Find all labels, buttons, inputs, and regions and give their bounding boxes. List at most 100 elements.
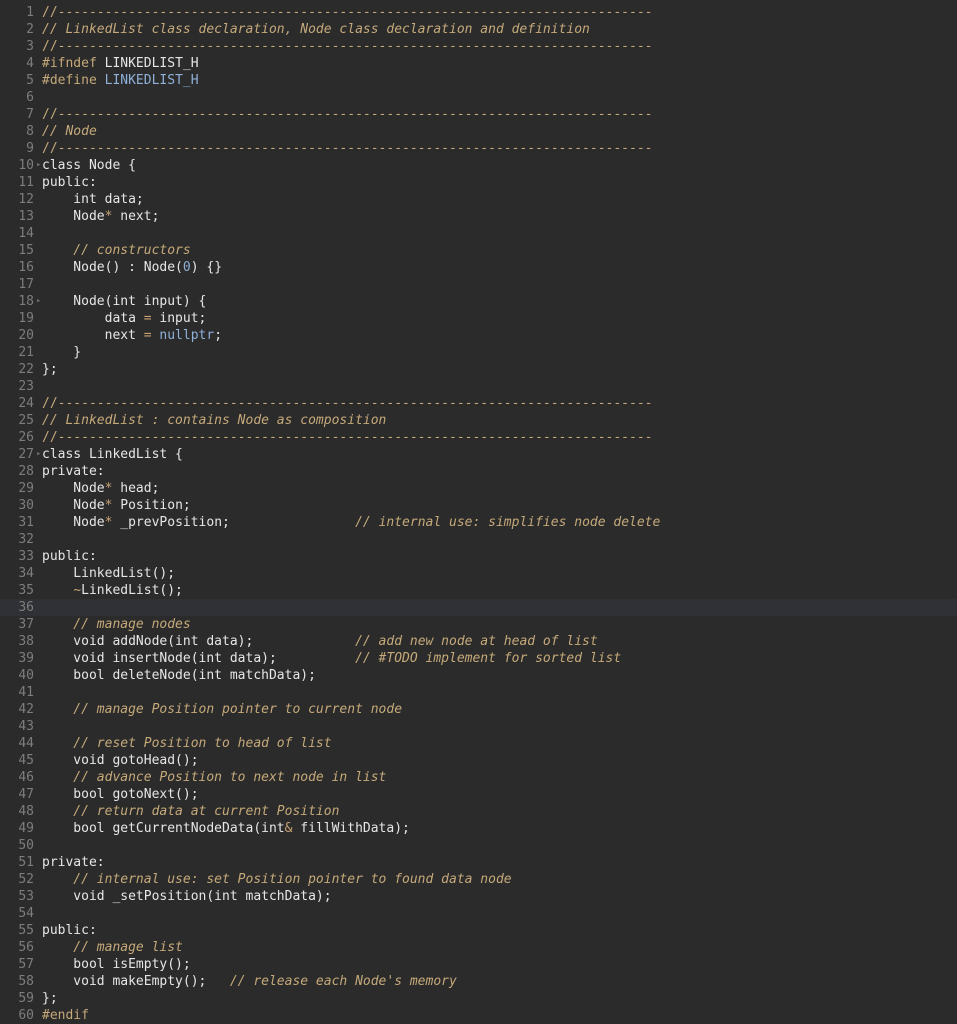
- code-text: data = input;: [42, 310, 207, 327]
- line-number: 10: [18, 158, 34, 173]
- code-line[interactable]: 28 private:: [0, 463, 957, 480]
- code-token: LinkedList();: [42, 566, 176, 581]
- code-line[interactable]: 2 // LinkedList class declaration, Node c…: [0, 21, 957, 38]
- code-text: void gotoHead();: [42, 752, 199, 769]
- code-text: };: [42, 361, 58, 378]
- code-line[interactable]: 16 Node() : Node(0) {}: [0, 259, 957, 276]
- code-token: class Node {: [42, 158, 136, 173]
- code-line[interactable]: 15 // constructors: [0, 242, 957, 259]
- code-line[interactable]: 27 ▸ class LinkedList {: [0, 446, 957, 463]
- code-line[interactable]: 19 data = input;: [0, 310, 957, 327]
- code-line[interactable]: 54: [0, 905, 957, 922]
- code-line[interactable]: 46 // advance Position to next node in l…: [0, 769, 957, 786]
- code-line[interactable]: 11 public:: [0, 174, 957, 191]
- code-line[interactable]: 17: [0, 276, 957, 293]
- code-line[interactable]: 52 // internal use: set Position pointer…: [0, 871, 957, 888]
- code-text: #define LINKEDLIST_H: [42, 72, 199, 89]
- code-line[interactable]: 5 #define LINKEDLIST_H: [0, 72, 957, 89]
- code-line[interactable]: 8 // Node: [0, 123, 957, 140]
- line-number: 17: [18, 277, 34, 292]
- code-line[interactable]: 60 #endif: [0, 1007, 957, 1024]
- line-number: 47: [18, 787, 34, 802]
- code-line[interactable]: 51 private:: [0, 854, 957, 871]
- code-line[interactable]: 7 //-------------------------------------…: [0, 106, 957, 123]
- comment-token: // add new node at head of list: [355, 634, 598, 649]
- code-line[interactable]: 39 void insertNode(int data); // #TODO i…: [0, 650, 957, 667]
- code-line[interactable]: 12 int data;: [0, 191, 957, 208]
- code-text: //--------------------------------------…: [42, 4, 652, 21]
- code-line[interactable]: 4 #ifndef LINKEDLIST_H: [0, 55, 957, 72]
- line-number: 43: [18, 719, 34, 734]
- code-token: ~: [73, 583, 82, 598]
- code-text: private:: [42, 854, 105, 871]
- code-line[interactable]: 30 Node* Position;: [0, 497, 957, 514]
- code-text: void _setPosition(int matchData);: [42, 888, 331, 905]
- line-number: 21: [18, 345, 34, 360]
- code-line[interactable]: 55 public:: [0, 922, 957, 939]
- comment-token: //--------------------------------------…: [42, 39, 653, 54]
- code-token: void gotoHead();: [42, 753, 199, 768]
- code-line[interactable]: 37 // manage nodes: [0, 616, 957, 633]
- line-number: 6: [26, 90, 34, 105]
- code-token: Node: [42, 481, 105, 496]
- code-line[interactable]: 48 // return data at current Position: [0, 803, 957, 820]
- code-line[interactable]: 47 bool gotoNext();: [0, 786, 957, 803]
- code-line[interactable]: 32: [0, 531, 957, 548]
- code-line[interactable]: 3 //-------------------------------------…: [0, 38, 957, 55]
- code-token: 0: [182, 260, 191, 275]
- code-line[interactable]: 31 Node* _prevPosition; // internal use:…: [0, 514, 957, 531]
- code-line[interactable]: 44 // reset Position to head of list: [0, 735, 957, 752]
- code-line[interactable]: 9 //-------------------------------------…: [0, 140, 957, 157]
- line-number: 37: [18, 617, 34, 632]
- code-line[interactable]: 22};: [0, 361, 957, 378]
- code-line[interactable]: 1 //-------------------------------------…: [0, 4, 957, 21]
- code-line[interactable]: 45 void gotoHead();: [0, 752, 957, 769]
- code-token: int data;: [42, 192, 144, 207]
- line-number: 16: [18, 260, 34, 275]
- code-line[interactable]: 50: [0, 837, 957, 854]
- code-token: #endif: [42, 1008, 89, 1023]
- code-line[interactable]: 25 // LinkedList : contains Node as compo…: [0, 412, 957, 429]
- code-line[interactable]: 23: [0, 378, 957, 395]
- code-line[interactable]: 42 // manage Position pointer to current…: [0, 701, 957, 718]
- code-line[interactable]: 26 //------------------------------------…: [0, 429, 957, 446]
- line-number: 59: [18, 991, 34, 1006]
- code-line[interactable]: 6: [0, 89, 957, 106]
- code-line[interactable]: 49 bool getCurrentNodeData(int& fillWith…: [0, 820, 957, 837]
- code-line[interactable]: 14: [0, 225, 957, 242]
- code-line[interactable]: 35 ~LinkedList();: [0, 582, 957, 599]
- code-text: bool gotoNext();: [42, 786, 198, 803]
- code-line[interactable]: 57 bool isEmpty();: [0, 956, 957, 973]
- code-line[interactable]: 10 ▸ class Node {: [0, 157, 957, 174]
- code-line[interactable]: 53 void _setPosition(int matchData);: [0, 888, 957, 905]
- code-text: Node() : Node(0) {}: [42, 259, 222, 276]
- line-number: 55: [18, 923, 34, 938]
- code-line[interactable]: 41: [0, 684, 957, 701]
- code-line[interactable]: 56 // manage list: [0, 939, 957, 956]
- comment-token: // manage nodes: [42, 617, 191, 632]
- code-line[interactable]: 29 Node* head;: [0, 480, 957, 497]
- code-line[interactable]: 36: [0, 599, 957, 616]
- code-line[interactable]: 18 ▸ Node(int input) {: [0, 293, 957, 310]
- code-token: Node: [42, 515, 105, 530]
- code-line[interactable]: 21 }: [0, 344, 957, 361]
- code-line[interactable]: 40 bool deleteNode(int matchData);: [0, 667, 957, 684]
- code-editor[interactable]: 1 //-------------------------------------…: [0, 0, 957, 1024]
- code-line[interactable]: 20 next = nullptr;: [0, 327, 957, 344]
- code-text: void insertNode(int data); // #TODO impl…: [42, 650, 621, 667]
- line-number: 50: [18, 838, 34, 853]
- code-line[interactable]: 34 LinkedList();: [0, 565, 957, 582]
- line-number: 15: [18, 243, 34, 258]
- code-token: #define: [42, 73, 97, 88]
- code-line[interactable]: 58 void makeEmpty(); // release each Nod…: [0, 973, 957, 990]
- code-line[interactable]: 59};: [0, 990, 957, 1007]
- code-token: class LinkedList {: [42, 447, 183, 462]
- code-line[interactable]: 13 Node* next;: [0, 208, 957, 225]
- comment-token: // Node: [42, 124, 97, 139]
- code-line[interactable]: 33 public:: [0, 548, 957, 565]
- code-line[interactable]: 38 void addNode(int data); // add new no…: [0, 633, 957, 650]
- code-line[interactable]: 24 //------------------------------------…: [0, 395, 957, 412]
- code-token: bool isEmpty();: [42, 957, 191, 972]
- code-line[interactable]: 43: [0, 718, 957, 735]
